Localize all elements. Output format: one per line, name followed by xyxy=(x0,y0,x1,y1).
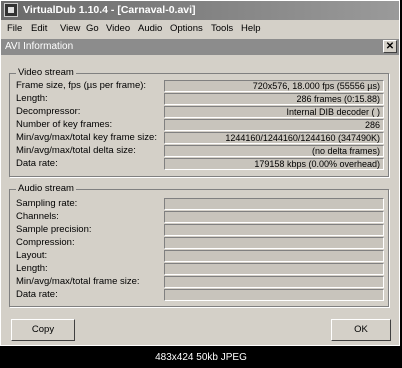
row-label: Channels: xyxy=(16,211,59,222)
video-row-key-frames: Number of key frames: 286 xyxy=(16,119,388,132)
row-label: Sample precision: xyxy=(16,224,92,235)
row-value xyxy=(164,276,384,288)
row-value xyxy=(164,237,384,249)
audio-row-sampling-rate: Sampling rate: xyxy=(16,198,388,211)
app-icon xyxy=(4,3,18,17)
row-label: Layout: xyxy=(16,250,48,261)
audio-row-channels: Channels: xyxy=(16,211,388,224)
video-row-frame-size: Frame size, fps (µs per frame): 720x576,… xyxy=(16,80,388,93)
row-value: 720x576, 18.000 fps (55556 µs) xyxy=(164,80,384,92)
video-stream-group: Video stream Frame size, fps (µs per fra… xyxy=(9,67,389,177)
image-info-caption: 483x424 50kb JPEG xyxy=(155,352,247,363)
virtualdub-window: VirtualDub 1.10.4 - [Carnaval-0.avi] Fil… xyxy=(0,0,400,346)
dialog-title: AVI Information xyxy=(5,41,74,52)
video-row-delta-size: Min/avg/max/total delta size: (no delta … xyxy=(16,145,388,158)
window-title: VirtualDub 1.10.4 - [Carnaval-0.avi] xyxy=(23,4,196,16)
row-value: 286 frames (0:15.88) xyxy=(164,93,384,105)
row-value xyxy=(164,198,384,210)
audio-row-data-rate: Data rate: xyxy=(16,289,388,302)
video-row-key-frame-size: Min/avg/max/total key frame size: 124416… xyxy=(16,132,388,145)
menu-tools[interactable]: Tools xyxy=(211,23,233,34)
row-label: Length: xyxy=(16,93,48,104)
row-label: Decompressor: xyxy=(16,106,81,117)
video-row-decompressor: Decompressor: Internal DIB decoder ( ) xyxy=(16,106,388,119)
row-value: 286 xyxy=(164,119,384,131)
row-value: Internal DIB decoder ( ) xyxy=(164,106,384,118)
menu-video[interactable]: Video xyxy=(106,23,130,34)
menu-go[interactable]: Go xyxy=(86,23,99,34)
audio-row-compression: Compression: xyxy=(16,237,388,250)
row-value: 179158 kbps (0.00% overhead) xyxy=(164,158,384,170)
row-value xyxy=(164,263,384,275)
row-label: Length: xyxy=(16,263,48,274)
row-label: Min/avg/max/total delta size: xyxy=(16,145,136,156)
close-icon[interactable]: ✕ xyxy=(383,40,397,53)
menu-bar: File Edit View Go Video Audio Options To… xyxy=(1,20,399,38)
ok-button[interactable]: OK xyxy=(331,319,391,341)
audio-row-frame-size: Min/avg/max/total frame size: xyxy=(16,276,388,289)
row-label: Number of key frames: xyxy=(16,119,113,130)
dialog-title-bar[interactable]: AVI Information ✕ xyxy=(1,39,399,55)
audio-row-layout: Layout: xyxy=(16,250,388,263)
row-value xyxy=(164,289,384,301)
audio-stream-group: Audio stream Sampling rate: Channels: Sa… xyxy=(9,183,389,307)
row-label: Compression: xyxy=(16,237,75,248)
menu-file[interactable]: File xyxy=(7,23,22,34)
row-label: Data rate: xyxy=(16,158,58,169)
row-label: Sampling rate: xyxy=(16,198,78,209)
audio-row-sample-precision: Sample precision: xyxy=(16,224,388,237)
menu-options[interactable]: Options xyxy=(170,23,203,34)
video-row-length: Length: 286 frames (0:15.88) xyxy=(16,93,388,106)
menu-audio[interactable]: Audio xyxy=(138,23,162,34)
row-value xyxy=(164,250,384,262)
audio-stream-legend: Audio stream xyxy=(16,183,76,194)
video-row-data-rate: Data rate: 179158 kbps (0.00% overhead) xyxy=(16,158,388,171)
menu-view[interactable]: View xyxy=(60,23,80,34)
row-value: (no delta frames) xyxy=(164,145,384,157)
row-label: Min/avg/max/total key frame size: xyxy=(16,132,157,143)
menu-edit[interactable]: Edit xyxy=(31,23,47,34)
row-value: 1244160/1244160/1244160 (347490K) xyxy=(164,132,384,144)
row-label: Frame size, fps (µs per frame): xyxy=(16,80,147,91)
menu-help[interactable]: Help xyxy=(241,23,261,34)
row-label: Data rate: xyxy=(16,289,58,300)
row-value xyxy=(164,211,384,223)
video-stream-legend: Video stream xyxy=(16,67,76,78)
row-label: Min/avg/max/total frame size: xyxy=(16,276,140,287)
copy-button[interactable]: Copy xyxy=(11,319,75,341)
row-value xyxy=(164,224,384,236)
audio-row-length: Length: xyxy=(16,263,388,276)
title-bar[interactable]: VirtualDub 1.10.4 - [Carnaval-0.avi] xyxy=(1,1,399,20)
